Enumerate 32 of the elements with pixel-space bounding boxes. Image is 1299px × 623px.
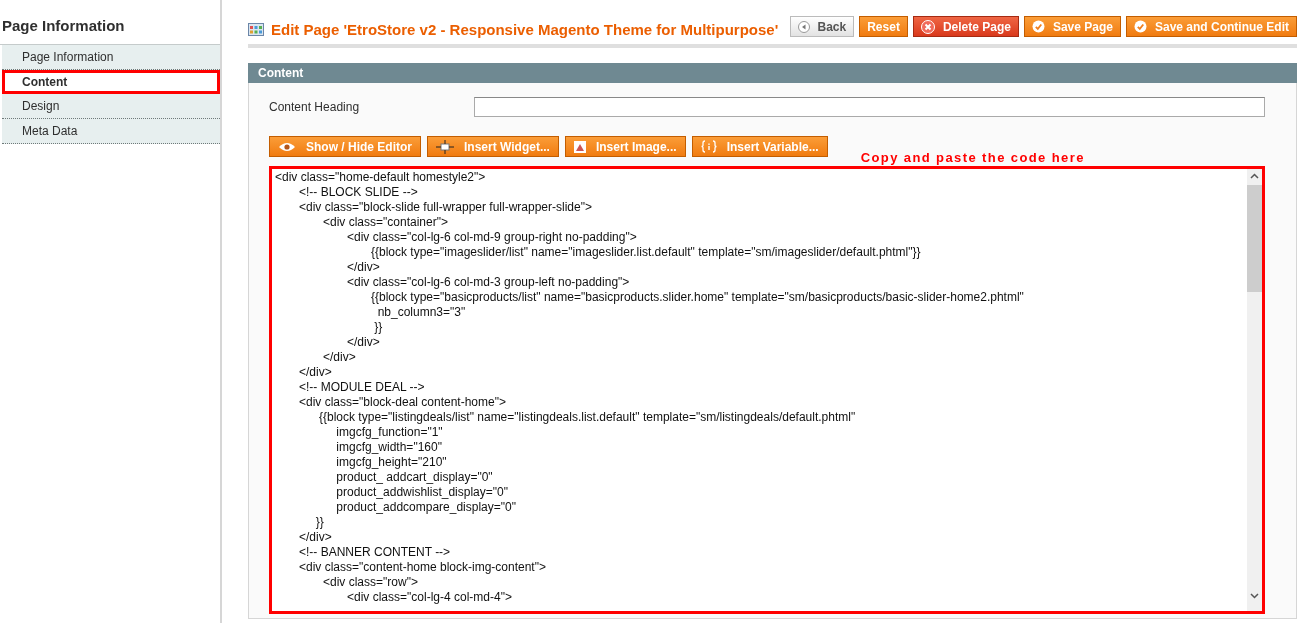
braces-icon [700,140,717,153]
sidebar-tab[interactable]: Design [2,94,220,119]
checkmark-icon [1134,20,1147,33]
save-button[interactable]: Save Page [1023,16,1121,37]
up-caret-icon [1250,173,1259,179]
back-button[interactable]: Back [789,16,855,37]
annotation-text: Copy and paste the code here [860,150,1085,165]
reset-button[interactable]: Reset [859,16,908,37]
close-icon [920,19,935,34]
page-title: Edit Page 'EtroStore v2 - Responsive Magento Theme for Multipurpose' [271,21,779,38]
field-label: Content Heading [269,100,361,114]
content-heading-input[interactable] [474,97,1265,117]
checkmark-icon [1031,20,1045,33]
scrollbar[interactable] [1247,169,1262,611]
insert-image-button[interactable]: Insert Image... [564,136,686,157]
code-editor-field[interactable]: <div class="home-default homestyle2"> <!-- BLOCK SLIDE --> <div class="block-slide full-wrapper full-wrapper-slide"> <div class="container"> <div class="col-lg-6 col-md-9 group-right no-padding"> {{block type="imageslider/list" name="imageslider.list.default" template="sm/imageslider/default.phtml"}} </div> <div class="col-lg-6 col-md-3 group-left no-padding"> {{block type="basicproducts/list" name="basicproducts.slider.home" template="sm/basicproducts/basic-slider-home2.phtml" nb_column3="3" }} </div> </div> </div> <!-- MODULE DEAL --> <div class="block-deal content-home"> {{block type="listingdeals/list" name="listingdeals.list.default" template="sm/listingdeals/default.phtml" imgcfg_function="1" imgcfg_width="160" imgcfg_height="210" product_ addcart_display="0" product_addwishlist_display="0" product_addcompare_display="0" }} </div> <!-- BANNER CONTENT --> <div class="content-home block-img-content"> <div class="row"> <div class="col-lg-4 col-md-4"> [269,166,1265,614]
scrollbar-thumb[interactable] [1247,185,1262,292]
down-caret-icon [1250,593,1259,599]
delete-button[interactable]: Delete Page [912,16,1019,37]
move-icon [436,139,454,154]
image-icon [573,140,586,153]
toggle-editor-button[interactable]: Show / Hide Editor [269,136,421,157]
sidebar-tab[interactable]: Content [2,70,220,94]
eye-icon [278,141,296,152]
sidebar-tab[interactable]: Meta Data [2,119,220,144]
sidebar-tab[interactable]: Page Information [2,45,220,70]
section-header: Content [248,63,1297,83]
insert-widget-button[interactable]: Insert Widget... [427,136,559,157]
grid-icon [248,23,264,36]
sidebar-title: Page Information [1,17,126,36]
insert-variable-button[interactable]: Insert Variable... [691,136,828,157]
save-button[interactable]: Save and Continue Edit [1126,16,1297,37]
